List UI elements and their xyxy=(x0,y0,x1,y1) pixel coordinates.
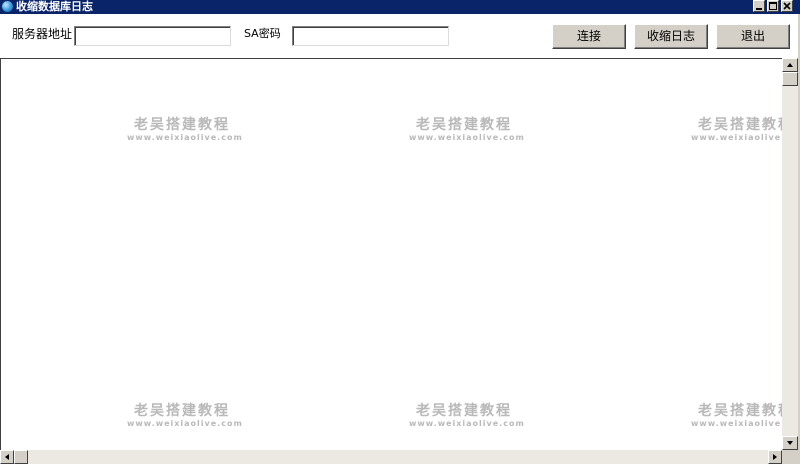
vertical-scrollbar[interactable] xyxy=(782,58,798,450)
maximize-button[interactable] xyxy=(767,0,779,12)
scroll-left-button[interactable] xyxy=(0,450,14,464)
minimize-icon xyxy=(756,8,762,10)
watermark-title: 老吴搭建教程 xyxy=(698,117,782,133)
connection-panel: 服务器地址 SA密码 连接 收缩日志 退出 xyxy=(0,14,800,58)
horizontal-scrollbar[interactable] xyxy=(0,450,782,464)
close-icon xyxy=(783,2,791,10)
scroll-up-button[interactable] xyxy=(782,58,798,72)
watermark: 老吴搭建教程 www.weixiaolive.com xyxy=(691,403,782,428)
watermark: 老吴搭建教程 www.weixiaolive.com xyxy=(409,403,525,428)
arrow-left-icon xyxy=(5,454,9,460)
watermark-url: www.weixiaolive.com xyxy=(691,133,782,142)
exit-button[interactable]: 退出 xyxy=(716,24,790,49)
maximize-icon xyxy=(769,2,777,10)
scroll-down-button[interactable] xyxy=(782,436,798,450)
minimize-button[interactable] xyxy=(753,0,765,12)
watermark-title: 老吴搭建教程 xyxy=(698,403,782,419)
connect-button[interactable]: 连接 xyxy=(552,24,626,49)
watermark: 老吴搭建教程 www.weixiaolive.com xyxy=(409,117,525,142)
watermark-url: www.weixiaolive.com xyxy=(409,419,525,428)
title-bar: 收缩数据库日志 xyxy=(0,0,800,14)
shrink-log-button[interactable]: 收缩日志 xyxy=(634,24,708,49)
watermark-title: 老吴搭建教程 xyxy=(134,403,230,419)
sa-password-label: SA密码 xyxy=(244,27,281,40)
vertical-scroll-thumb[interactable] xyxy=(782,72,798,86)
arrow-up-icon xyxy=(787,63,793,67)
arrow-right-icon xyxy=(773,454,777,460)
close-button[interactable] xyxy=(781,0,793,12)
watermark-url: www.weixiaolive.com xyxy=(409,133,525,142)
watermark: 老吴搭建教程 www.weixiaolive.com xyxy=(127,117,243,142)
watermark-title: 老吴搭建教程 xyxy=(416,403,512,419)
watermark-url: www.weixiaolive.com xyxy=(127,133,243,142)
watermark-title: 老吴搭建教程 xyxy=(416,117,512,133)
server-address-input[interactable] xyxy=(74,26,231,46)
server-address-label: 服务器地址 xyxy=(12,27,73,41)
arrow-down-icon xyxy=(787,441,793,445)
scroll-right-button[interactable] xyxy=(768,450,782,464)
watermark-title: 老吴搭建教程 xyxy=(134,117,230,133)
window-title: 收缩数据库日志 xyxy=(16,0,93,13)
watermark-url: www.weixiaolive.com xyxy=(127,419,243,428)
app-globe-icon xyxy=(2,1,13,12)
watermark: 老吴搭建教程 www.weixiaolive.com xyxy=(127,403,243,428)
watermark-url: www.weixiaolive.com xyxy=(691,419,782,428)
log-output-area[interactable]: 老吴搭建教程 www.weixiaolive.com 老吴搭建教程 www.we… xyxy=(0,58,782,450)
horizontal-scroll-thumb[interactable] xyxy=(14,450,28,464)
watermark: 老吴搭建教程 www.weixiaolive.com xyxy=(691,117,782,142)
sa-password-input[interactable] xyxy=(292,26,449,46)
